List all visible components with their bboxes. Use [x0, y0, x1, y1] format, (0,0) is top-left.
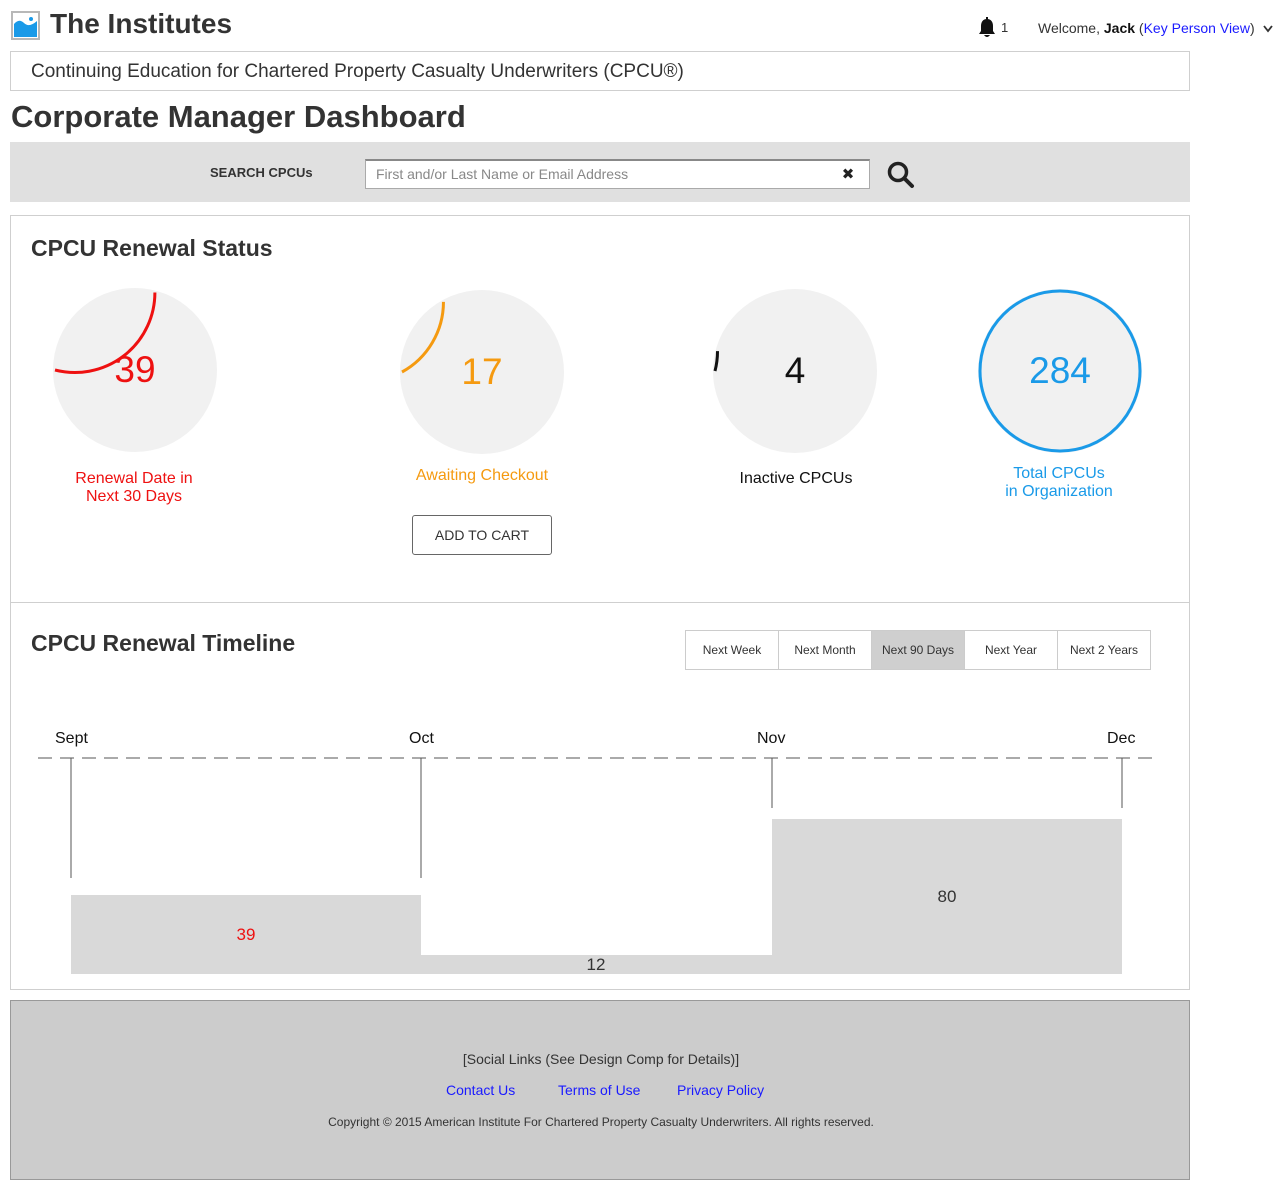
timeline-chart — [38, 757, 1160, 974]
contact-us-link[interactable]: Contact Us — [446, 1082, 515, 1098]
footer: [Social Links (See Design Comp for Detai… — [10, 1000, 1190, 1180]
privacy-policy-link[interactable]: Privacy Policy — [677, 1082, 764, 1098]
timeline-bar-value-sept: 39 — [236, 925, 256, 944]
social-links-placeholder: [Social Links (See Design Comp for Detai… — [462, 1051, 740, 1067]
copyright-text: Copyright © 2015 American Institute For … — [328, 1115, 874, 1129]
terms-of-use-link[interactable]: Terms of Use — [558, 1082, 640, 1098]
timeline-bar-value-nov: 80 — [937, 887, 957, 906]
timeline-bar-value-oct: 12 — [586, 955, 606, 974]
